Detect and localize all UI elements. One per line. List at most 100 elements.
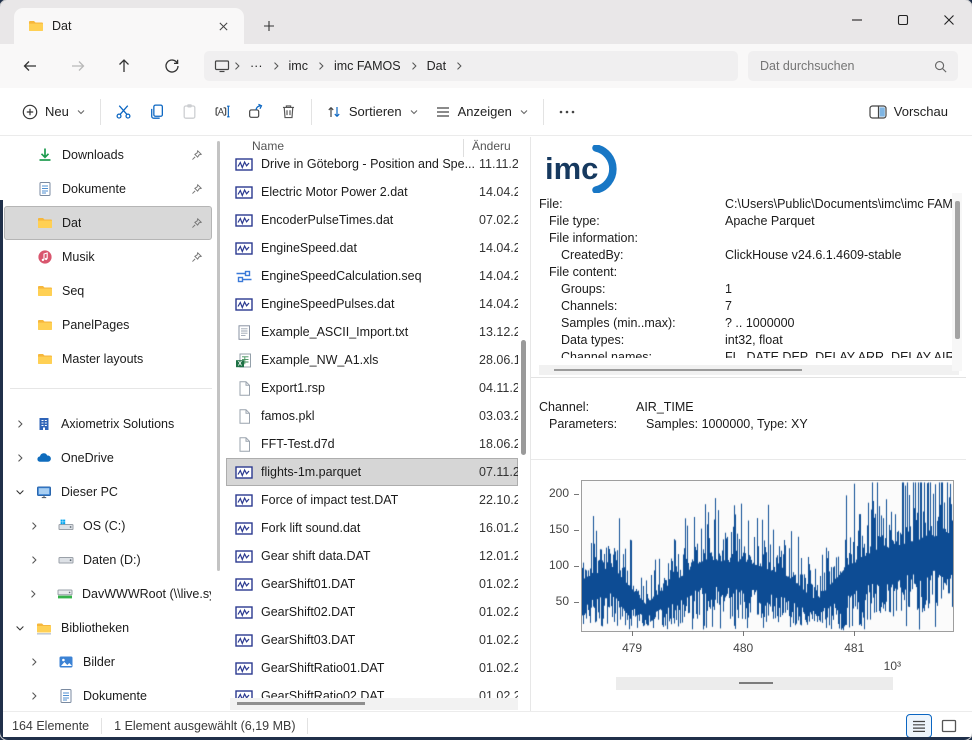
status-bar: 164 Elemente 1 Element ausgewählt (6,19 … bbox=[0, 711, 972, 740]
maximize-button[interactable] bbox=[880, 0, 926, 40]
info-row-file-type: File type:Apache Parquet bbox=[539, 213, 952, 230]
breadcrumb-segment-imc[interactable]: imc bbox=[283, 57, 314, 75]
sort-button[interactable]: Sortieren bbox=[318, 98, 427, 126]
up-button[interactable] bbox=[108, 50, 140, 82]
file-row-export1-rsp[interactable]: Export1.rsp04.11.20 bbox=[226, 374, 518, 402]
sidebar-item-seq[interactable]: Seq bbox=[4, 274, 212, 308]
sidebar-item-dat[interactable]: Dat bbox=[4, 206, 212, 240]
copy-button[interactable] bbox=[140, 97, 173, 126]
column-header-date[interactable]: Änderu bbox=[463, 139, 518, 157]
sidebar-item-dokumente[interactable]: Dokumente bbox=[4, 679, 212, 712]
file-row-fft-test-d7d[interactable]: FFT-Test.d7d18.06.20 bbox=[226, 430, 518, 458]
sidebar-item-label: Daten (D:) bbox=[83, 553, 141, 567]
sidebar-item-os-c[interactable]: OS (C:) bbox=[4, 509, 212, 543]
breadcrumb-ellipsis[interactable]: ··· bbox=[244, 57, 269, 75]
chevron-right-icon[interactable] bbox=[27, 554, 40, 566]
sidebar-item-musik[interactable]: Musik bbox=[4, 240, 212, 274]
chevron-right-icon[interactable] bbox=[27, 656, 40, 668]
new-tab-button[interactable] bbox=[256, 13, 282, 39]
file-row-electric-motor-power-2-dat[interactable]: Electric Motor Power 2.dat14.04.20 bbox=[226, 178, 518, 206]
chart-horizontal-scrollbar[interactable] bbox=[616, 677, 893, 690]
new-button[interactable]: Neu bbox=[14, 98, 94, 126]
scrollbar-thumb[interactable] bbox=[739, 682, 773, 684]
preview-toggle-button[interactable]: Vorschau bbox=[861, 98, 956, 125]
search-box[interactable] bbox=[748, 51, 958, 81]
sidebar-item-onedrive[interactable]: OneDrive bbox=[4, 441, 212, 475]
file-row-enginespeed-dat[interactable]: EngineSpeed.dat14.04.20 bbox=[226, 234, 518, 262]
more-options-button[interactable] bbox=[550, 103, 584, 121]
file-row-force-of-impact-test-dat[interactable]: Force of impact test.DAT22.10.20 bbox=[226, 486, 518, 514]
scrollbar-thumb[interactable] bbox=[237, 702, 365, 705]
share-button[interactable] bbox=[239, 97, 272, 126]
sidebar-item-bibliotheken[interactable]: Bibliotheken bbox=[4, 611, 212, 645]
file-date: 07.11.20 bbox=[479, 465, 518, 479]
address-bar[interactable]: ··· imc imc FAMOS Dat bbox=[204, 51, 738, 81]
paste-button[interactable] bbox=[173, 97, 206, 126]
chevron-right-icon[interactable] bbox=[27, 520, 40, 532]
close-button[interactable] bbox=[926, 0, 972, 40]
chevron-right-icon[interactable] bbox=[13, 418, 26, 430]
file-row-gearshift02-dat[interactable]: GearShift02.DAT01.02.20 bbox=[226, 598, 518, 626]
info-vertical-scrollbar[interactable] bbox=[952, 193, 962, 371]
rename-button[interactable]: A bbox=[206, 97, 239, 126]
toolbar-separator bbox=[543, 99, 544, 125]
file-row-enginespeedcalculation-seq[interactable]: EngineSpeedCalculation.seq14.04.20 bbox=[226, 262, 518, 290]
file-row-gearshift03-dat[interactable]: GearShift03.DAT01.02.20 bbox=[226, 626, 518, 654]
back-button[interactable] bbox=[14, 50, 46, 82]
file-row-example-nw-a1-xls[interactable]: XExample_NW_A1.xls28.06.19 bbox=[226, 346, 518, 374]
chevron-right-icon[interactable] bbox=[13, 452, 26, 464]
chevron-right-icon[interactable] bbox=[27, 690, 40, 702]
sidebar-item-label: Bibliotheken bbox=[61, 621, 129, 635]
excel-file-icon: X bbox=[235, 353, 253, 368]
delete-button[interactable] bbox=[272, 97, 305, 126]
file-row-gearshift01-dat[interactable]: GearShift01.DAT01.02.20 bbox=[226, 570, 518, 598]
icons-view-button[interactable] bbox=[936, 714, 962, 738]
sidebar-item-axiometrix-solutions[interactable]: Axiometrix Solutions bbox=[4, 407, 212, 441]
sidebar-item-panelpages[interactable]: PanelPages bbox=[4, 308, 212, 342]
chevron-down-icon[interactable] bbox=[13, 622, 26, 634]
details-view-button[interactable] bbox=[906, 714, 932, 738]
search-input[interactable] bbox=[758, 58, 933, 74]
tab-close-button[interactable] bbox=[210, 13, 236, 39]
famos-curve-icon bbox=[235, 549, 253, 564]
document-icon bbox=[37, 181, 53, 197]
file-row-encoderpulsetimes-dat[interactable]: EncoderPulseTimes.dat07.02.20 bbox=[226, 206, 518, 234]
file-row-gear-shift-data-dat[interactable]: Gear shift data.DAT12.01.20 bbox=[226, 542, 518, 570]
view-button[interactable]: Anzeigen bbox=[427, 98, 537, 126]
cut-button[interactable] bbox=[107, 97, 140, 126]
chevron-down-icon bbox=[519, 107, 529, 117]
file-row-flights-1m-parquet[interactable]: flights-1m.parquet07.11.20 bbox=[226, 458, 518, 486]
file-row-gearshiftratio01-dat[interactable]: GearShiftRatio01.DAT01.02.20 bbox=[226, 654, 518, 682]
file-row-fork-lift-sound-dat[interactable]: Fork lift sound.dat16.01.20 bbox=[226, 514, 518, 542]
sidebar-item-dieser-pc[interactable]: Dieser PC bbox=[4, 475, 212, 509]
scrollbar-thumb[interactable] bbox=[955, 201, 960, 339]
file-row-famos-pkl[interactable]: famos.pkl03.03.20 bbox=[226, 402, 518, 430]
sidebar-item-bilder[interactable]: Bilder bbox=[4, 645, 212, 679]
tab-dat[interactable]: Dat bbox=[14, 8, 244, 44]
file-list-horizontal-scrollbar[interactable] bbox=[230, 698, 518, 710]
scrollbar-thumb[interactable] bbox=[554, 369, 802, 371]
column-header-name[interactable]: Name bbox=[252, 139, 463, 157]
refresh-button[interactable] bbox=[156, 50, 188, 82]
info-label: Samples (min..max): bbox=[539, 315, 725, 332]
sidebar-item-downloads[interactable]: Downloads bbox=[4, 138, 212, 172]
file-list-vertical-scrollbar[interactable] bbox=[521, 340, 526, 455]
chevron-down-icon[interactable] bbox=[13, 486, 26, 498]
file-icon bbox=[235, 409, 253, 424]
file-row-drive-in-g-teborg-position-and-spe[interactable]: Drive in Göteborg - Position and Spe...1… bbox=[226, 157, 518, 178]
sidebar-item-davwwwroot-live-sysi[interactable]: DavWWWRoot (\\live.sysi bbox=[4, 577, 212, 611]
breadcrumb-segment-dat[interactable]: Dat bbox=[421, 57, 452, 75]
file-row-gearshiftratio02-dat[interactable]: GearShiftRatio02.DAT01.02.20 bbox=[226, 682, 518, 698]
sidebar-item-daten-d[interactable]: Daten (D:) bbox=[4, 543, 212, 577]
forward-button[interactable] bbox=[62, 50, 94, 82]
sidebar-item-dokumente[interactable]: Dokumente bbox=[4, 172, 212, 206]
chevron-right-icon[interactable] bbox=[27, 588, 39, 600]
sidebar-item-master-layouts[interactable]: Master layouts bbox=[4, 342, 212, 376]
file-row-example-ascii-import-txt[interactable]: Example_ASCII_Import.txt13.12.20 bbox=[226, 318, 518, 346]
sidebar-scrollbar[interactable] bbox=[217, 141, 220, 571]
file-row-enginespeedpulses-dat[interactable]: EngineSpeedPulses.dat14.04.20 bbox=[226, 290, 518, 318]
parameters-label: Parameters: bbox=[539, 416, 646, 433]
breadcrumb-segment-imc-famos[interactable]: imc FAMOS bbox=[328, 57, 407, 75]
minimize-button[interactable] bbox=[834, 0, 880, 40]
info-horizontal-scrollbar[interactable] bbox=[539, 365, 959, 375]
